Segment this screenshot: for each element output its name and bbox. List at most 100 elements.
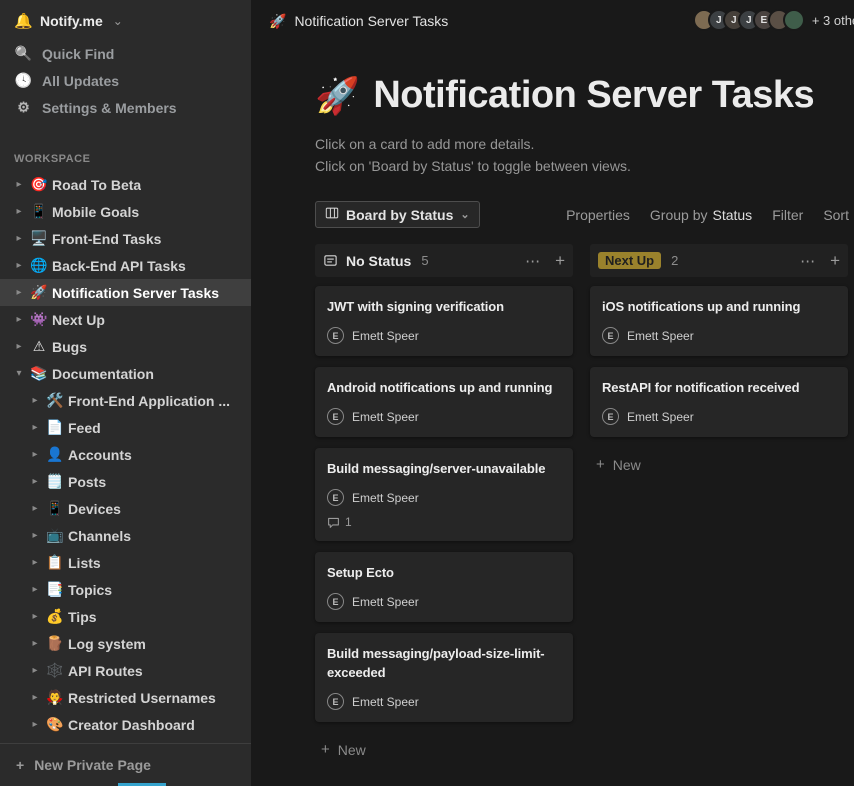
vampire-icon: 🧛 — [44, 689, 66, 706]
assignee-name: Emett Speer — [352, 491, 419, 505]
page-label: Devices — [68, 501, 121, 517]
view-button-label: Board by Status — [346, 207, 453, 223]
rocket-icon: 🚀 — [315, 75, 359, 117]
mobile-icon: 📱 — [28, 203, 50, 220]
sidebar-page-lists[interactable]: ▸ 📋 Lists — [0, 549, 251, 576]
expand-caret-icon[interactable]: ▸ — [26, 449, 44, 460]
column-count: 5 — [421, 253, 428, 268]
toolbar-menu-sort[interactable]: Sort — [823, 207, 849, 223]
board-card[interactable]: Build messaging/server-unavailable E Eme… — [315, 448, 573, 541]
sidebar-page-accounts[interactable]: ▸ 👤 Accounts — [0, 441, 251, 468]
expand-caret-icon[interactable]: ▸ — [10, 341, 28, 352]
sidebar-page-bugs[interactable]: ▸ ⚠ Bugs — [0, 333, 251, 360]
sidebar-page-road-to-beta[interactable]: ▸ 🎯 Road To Beta — [0, 171, 251, 198]
sidebar-page-devices[interactable]: ▸ 📱 Devices — [0, 495, 251, 522]
board-column-next-up: Next Up 2 ⋯ + iOS notifications up and r… — [590, 244, 848, 766]
column-more-button[interactable]: ⋯ — [800, 252, 816, 270]
sidebar-page-topics[interactable]: ▸ 📑 Topics — [0, 576, 251, 603]
sidebar-page-documentation[interactable]: ▾ 📚 Documentation — [0, 360, 251, 387]
column-header[interactable]: No Status 5 ⋯ + — [315, 244, 573, 277]
toolbar-menu: Properties Group byStatus Filter Sort — [566, 207, 849, 223]
expand-caret-icon[interactable]: ▾ — [10, 368, 28, 379]
expand-caret-icon[interactable]: ▸ — [10, 314, 28, 325]
expand-caret-icon[interactable]: ▸ — [26, 665, 44, 676]
sidebar-item-settings-members[interactable]: ⚙ Settings & Members — [0, 94, 251, 121]
updates-clock-icon: 🕓 — [14, 72, 33, 89]
expand-caret-icon[interactable]: ▸ — [26, 584, 44, 595]
expand-caret-icon[interactable]: ▸ — [26, 557, 44, 568]
expand-caret-icon[interactable]: ▸ — [10, 179, 28, 190]
page-label: Creator Dashboard — [68, 717, 195, 733]
expand-caret-icon[interactable]: ▸ — [26, 476, 44, 487]
sidebar-item-quick-find[interactable]: 🔍 Quick Find — [0, 40, 251, 67]
card-stack-icon — [323, 253, 338, 268]
breadcrumb[interactable]: 🚀 Notification Server Tasks — [269, 13, 448, 30]
new-card-label: New — [338, 742, 366, 758]
board-card[interactable]: Setup Ecto E Emett Speer — [315, 552, 573, 622]
workspace-switcher[interactable]: 🔔 Notify.me ⌄ — [0, 0, 251, 40]
sidebar-page-notification-server-tasks[interactable]: ▸ 🚀 Notification Server Tasks — [0, 279, 251, 306]
sidebar-page-posts[interactable]: ▸ 🗒️ Posts — [0, 468, 251, 495]
toolbar-menu-group-by[interactable]: Group byStatus — [650, 207, 752, 223]
plus-icon: + — [16, 757, 24, 773]
sidebar-page-front-end-application[interactable]: ▸ 🛠️ Front-End Application ... — [0, 387, 251, 414]
column-header[interactable]: Next Up 2 ⋯ + — [590, 244, 848, 277]
new-card-button[interactable]: + New — [590, 448, 848, 481]
sidebar-page-creator-dashboard[interactable]: ▸ 🎨 Creator Dashboard — [0, 711, 251, 738]
expand-caret-icon[interactable]: ▸ — [26, 611, 44, 622]
sidebar-page-tips[interactable]: ▸ 💰 Tips — [0, 603, 251, 630]
expand-caret-icon[interactable]: ▸ — [26, 719, 44, 730]
sidebar-page-feed[interactable]: ▸ 📄 Feed — [0, 414, 251, 441]
expand-caret-icon[interactable]: ▸ — [10, 287, 28, 298]
card-title: Build messaging/payload-size-limit-excee… — [327, 644, 561, 682]
tv-icon: 📺 — [44, 527, 66, 544]
kanban-board: No Status 5 ⋯ + JWT with signing verific… — [315, 244, 849, 766]
column-more-button[interactable]: ⋯ — [525, 252, 541, 270]
sidebar-page-back-end-api-tasks[interactable]: ▸ 🌐 Back-End API Tasks — [0, 252, 251, 279]
expand-caret-icon[interactable]: ▸ — [26, 692, 44, 703]
board-card[interactable]: Build messaging/payload-size-limit-excee… — [315, 633, 573, 722]
sidebar-item-all-updates[interactable]: 🕓 All Updates — [0, 67, 251, 94]
utility-label: Settings & Members — [42, 100, 177, 116]
expand-caret-icon[interactable]: ▸ — [26, 638, 44, 649]
new-card-button[interactable]: + New — [315, 733, 573, 766]
more-collaborators-label[interactable]: + 3 others — [812, 13, 854, 28]
expand-caret-icon[interactable]: ▸ — [10, 206, 28, 217]
avatar[interactable] — [783, 9, 805, 31]
sidebar: 🔔 Notify.me ⌄ 🔍 Quick Find 🕓 All Updates… — [0, 0, 251, 786]
books-icon: 📚 — [28, 365, 50, 382]
board-card[interactable]: Android notifications up and running E E… — [315, 367, 573, 437]
expand-caret-icon[interactable]: ▸ — [10, 260, 28, 271]
expand-caret-icon[interactable]: ▸ — [10, 233, 28, 244]
board-card[interactable]: iOS notifications up and running E Emett… — [590, 286, 848, 356]
new-private-page-button[interactable]: + New Private Page — [0, 743, 251, 786]
sidebar-page-restricted-usernames[interactable]: ▸ 🧛 Restricted Usernames — [0, 684, 251, 711]
expand-caret-icon[interactable]: ▸ — [26, 503, 44, 514]
expand-caret-icon[interactable]: ▸ — [26, 422, 44, 433]
expand-caret-icon[interactable]: ▸ — [26, 530, 44, 541]
toolbar-menu-filter[interactable]: Filter — [772, 207, 803, 223]
utility-label: Quick Find — [42, 46, 114, 62]
assignee-name: Emett Speer — [352, 410, 419, 424]
board-view-button[interactable]: Board by Status ⌄ — [315, 201, 480, 228]
sidebar-page-log-system[interactable]: ▸ 🪵 Log system — [0, 630, 251, 657]
card-assignee: E Emett Speer — [327, 408, 561, 425]
board-card[interactable]: RestAPI for notification received E Emet… — [590, 367, 848, 437]
menu-item-label: Group by — [650, 207, 708, 223]
card-assignee: E Emett Speer — [602, 327, 836, 344]
column-add-card-button[interactable]: + — [830, 251, 840, 271]
expand-caret-icon[interactable]: ▸ — [26, 395, 44, 406]
sidebar-page-front-end-tasks[interactable]: ▸ 🖥️ Front-End Tasks — [0, 225, 251, 252]
sidebar-page-mobile-goals[interactable]: ▸ 📱 Mobile Goals — [0, 198, 251, 225]
page-label: Documentation — [52, 366, 154, 382]
column-add-card-button[interactable]: + — [555, 251, 565, 271]
page-label: Log system — [68, 636, 146, 652]
page-label: Topics — [68, 582, 112, 598]
board-card[interactable]: JWT with signing verification E Emett Sp… — [315, 286, 573, 356]
column-cards: JWT with signing verification E Emett Sp… — [315, 286, 573, 722]
sidebar-page-next-up[interactable]: ▸ 👾 Next Up — [0, 306, 251, 333]
sidebar-page-api-routes[interactable]: ▸ 🕸️ API Routes — [0, 657, 251, 684]
sidebar-page-channels[interactable]: ▸ 📺 Channels — [0, 522, 251, 549]
toolbar-menu-properties[interactable]: Properties — [566, 207, 630, 223]
column-title: Next Up — [598, 252, 661, 269]
